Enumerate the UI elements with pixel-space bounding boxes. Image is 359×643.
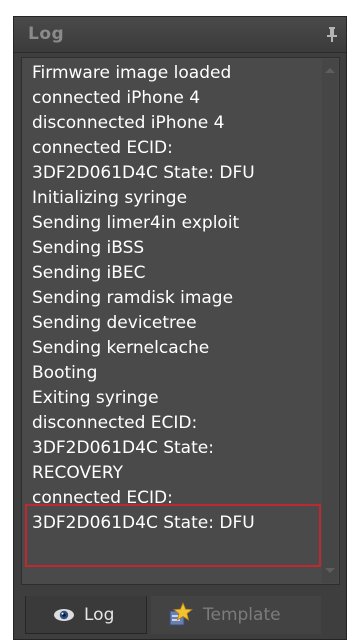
tab-template[interactable]: Template [151,596,321,634]
log-line: 3DF2D061D4C State: DFU [32,163,255,183]
log-content[interactable]: Firmware image loaded connected iPhone 4… [21,57,340,585]
log-line: disconnected ECID: [32,413,198,433]
panel-tab-bar: Log Template [21,596,340,636]
pin-icon[interactable] [324,26,340,44]
log-line: 3DF2D061D4C State: DFU [32,513,255,533]
log-line: Booting [32,363,98,383]
log-line: Sending devicetree [32,313,197,333]
log-line: Firmware image loaded [32,63,232,83]
tab-log-label: Log [84,605,115,625]
log-line: Sending ramdisk image [32,288,234,308]
log-line: RECOVERY [32,463,123,483]
panel-titlebar[interactable]: Log [14,17,346,53]
tab-log[interactable]: Log [25,596,147,634]
scroll-down-arrow-icon[interactable] [325,568,335,573]
template-star-icon [167,601,194,628]
panel-title: Log [28,24,65,44]
tab-template-label: Template [203,605,281,625]
log-panel: Log Firmware image loaded connected iPho… [13,16,347,640]
log-line: 3DF2D061D4C State: [32,438,214,458]
screenshot-frame: Log Firmware image loaded connected iPho… [0,0,359,643]
scroll-up-arrow-icon[interactable] [325,68,335,73]
log-line: connected iPhone 4 [32,88,201,108]
log-line: Sending iBSS [32,238,145,258]
log-scrollbar[interactable] [322,59,338,583]
log-line: connected ECID: [32,488,173,508]
log-line: Sending limer4in exploit [32,213,240,233]
log-line: connected ECID: [32,138,173,158]
log-line: disconnected iPhone 4 [32,113,225,133]
log-line: Sending iBEC [32,263,146,283]
log-line: Sending kernelcache [32,338,210,358]
log-line: Initializing syringe [32,188,188,208]
log-line: Exiting syringe [32,388,159,408]
log-list: Firmware image loaded connected iPhone 4… [32,61,322,536]
eye-icon [53,605,75,625]
